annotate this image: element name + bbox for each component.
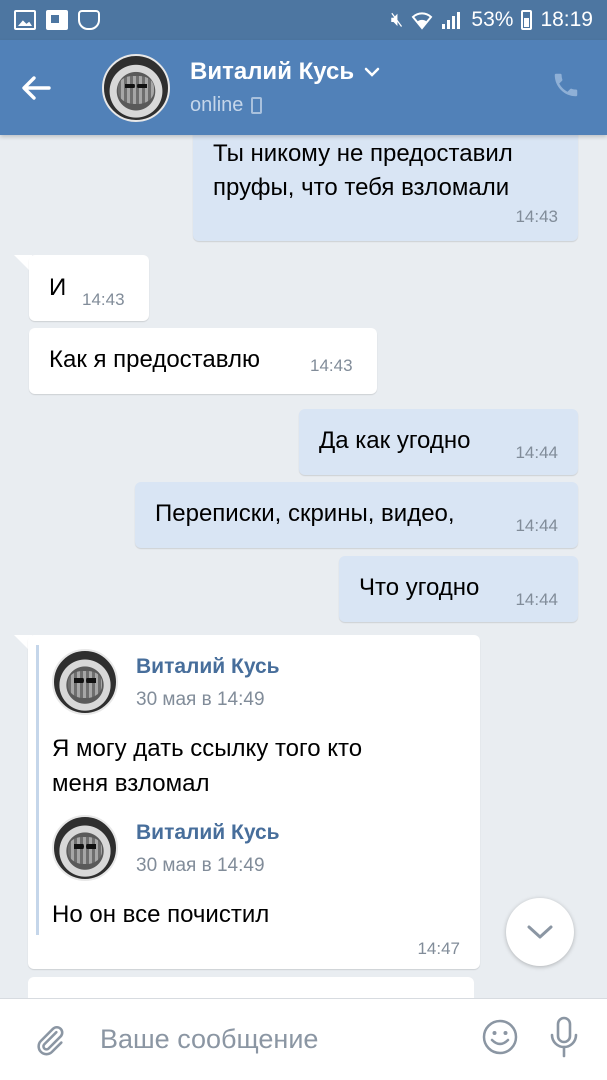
phone-icon — [554, 73, 578, 97]
battery-percent: 53% — [471, 8, 514, 31]
forward-date: 30 мая в 14:49 — [136, 855, 265, 876]
message-bubble[interactable]: Да как угодно 14:44 — [299, 409, 578, 475]
message-time: 14:44 — [515, 443, 558, 462]
attach-button[interactable] — [0, 1021, 100, 1059]
mute-icon: 🔇︎ — [390, 8, 404, 31]
message-time: 14:43 — [310, 356, 353, 375]
message-text: Как я предоставлю — [49, 346, 260, 373]
arrow-left-icon — [22, 75, 51, 100]
message-text: Что угодно — [359, 574, 480, 601]
message-bubble[interactable] — [28, 977, 474, 998]
message-text: Ты никому не предоставил — [213, 140, 513, 167]
message-bubble[interactable]: Как я предоставлю 14:43 — [29, 328, 377, 394]
forward-text: Я могу дать ссылку того кто — [52, 735, 363, 762]
mobile-icon — [251, 97, 263, 114]
message-bubble[interactable]: Ты никому не предоставил пруфы, что тебя… — [193, 135, 578, 241]
message-time: 14:47 — [417, 939, 460, 958]
forward-author-name[interactable]: Виталий Кусь — [136, 821, 280, 845]
status-bar: 🔇︎ 53% 18:19 — [0, 0, 607, 40]
contact-name: Виталий Кусь — [190, 58, 355, 85]
forward-author-avatar[interactable] — [52, 649, 118, 715]
message-bubble[interactable]: Переписки, скрины, видео, 14:44 — [135, 482, 578, 548]
forwarded-message[interactable]: Виталий Кусь 30 мая в 14:49 Я могу дать … — [28, 635, 480, 969]
forward-author-avatar[interactable] — [52, 815, 118, 881]
shield-icon — [78, 10, 100, 30]
message-time: 14:43 — [82, 290, 125, 309]
chevron-down-icon — [364, 67, 380, 77]
message-bubble[interactable]: Что угодно 14:44 — [339, 556, 578, 622]
emoji-button[interactable] — [481, 1018, 519, 1061]
message-text: пруфы, что тебя взломали — [213, 174, 510, 201]
avatar[interactable] — [102, 53, 170, 122]
message-time: 14:44 — [515, 590, 558, 609]
forward-text: меня взломал — [52, 770, 210, 797]
call-button[interactable] — [551, 70, 581, 105]
message-list[interactable]: Ты никому не предоставил пруфы, что тебя… — [0, 135, 607, 998]
forward-bar — [36, 645, 39, 935]
message-composer: Ваше сообщение — [0, 998, 607, 1080]
forward-author-name[interactable]: Виталий Кусь — [136, 655, 280, 679]
message-time: 14:44 — [515, 516, 558, 535]
back-button[interactable] — [0, 40, 72, 135]
wifi-icon — [412, 12, 433, 30]
forward-text: Но он все почистил — [52, 901, 270, 928]
scroll-down-button[interactable] — [506, 898, 574, 966]
smile-icon — [482, 1019, 518, 1055]
contact-info[interactable]: Виталий Кусь online — [190, 58, 380, 117]
message-text: И — [49, 274, 67, 301]
message-input[interactable]: Ваше сообщение — [100, 1024, 481, 1055]
battery-icon — [521, 10, 533, 30]
message-bubble[interactable]: И 14:43 — [29, 255, 149, 321]
paperclip-icon — [37, 1025, 64, 1055]
flipboard-icon — [46, 10, 68, 30]
gallery-icon — [14, 10, 36, 30]
message-text: Да как угодно — [319, 427, 471, 454]
message-time: 14:43 — [515, 207, 558, 226]
forward-date: 30 мая в 14:49 — [136, 689, 265, 710]
microphone-icon — [550, 1016, 578, 1058]
message-text: Переписки, скрины, видео, — [155, 500, 455, 527]
signal-icon — [442, 12, 461, 29]
chat-header: Виталий Кусь online — [0, 40, 607, 135]
voice-message-button[interactable] — [549, 1016, 579, 1063]
chevron-down-icon — [527, 925, 553, 939]
contact-status: online — [190, 94, 244, 116]
clock: 18:19 — [540, 8, 593, 31]
